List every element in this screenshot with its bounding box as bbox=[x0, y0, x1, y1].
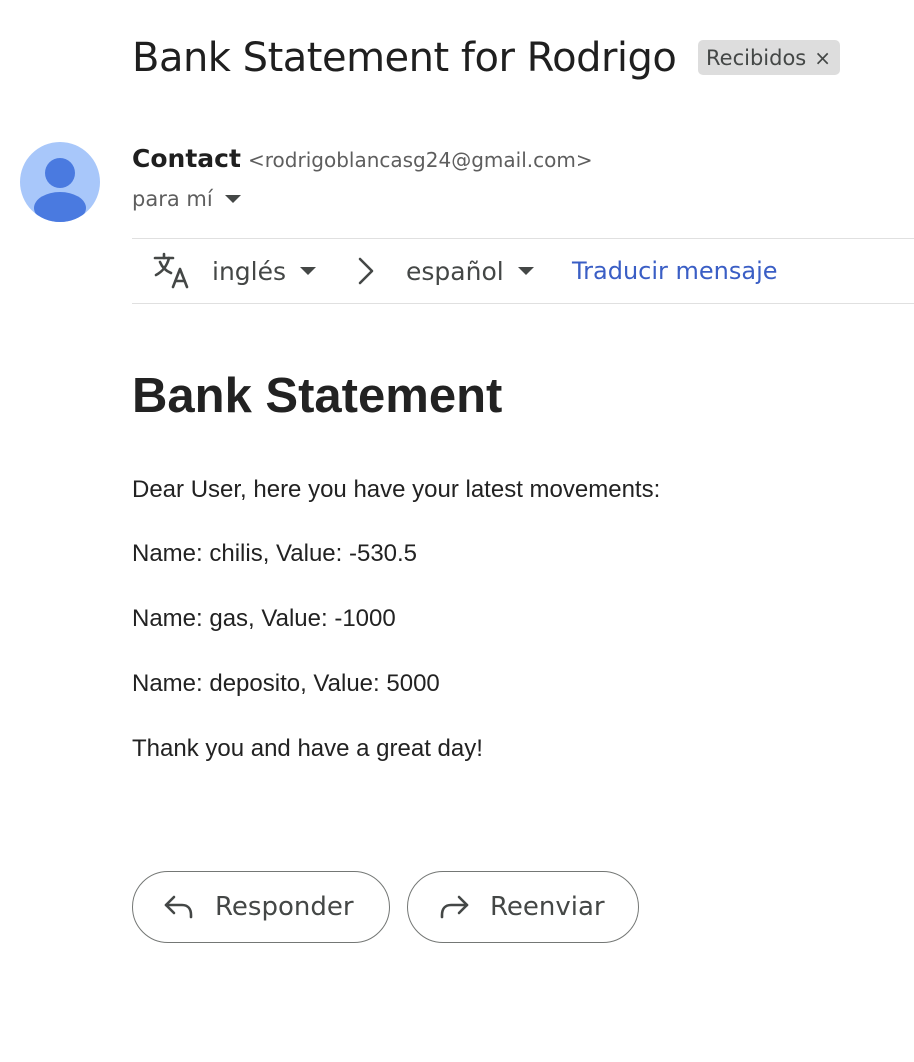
recipient-details[interactable]: para mí bbox=[132, 187, 241, 211]
label-remove-icon[interactable]: × bbox=[814, 46, 831, 70]
sender-avatar[interactable] bbox=[20, 142, 100, 222]
target-language-select[interactable]: español bbox=[406, 239, 534, 303]
label-chip-text: Recibidos bbox=[706, 45, 807, 70]
target-language-dropdown-icon bbox=[517, 267, 534, 275]
chevron-right-icon bbox=[358, 257, 374, 285]
source-language-select[interactable]: inglés bbox=[212, 239, 317, 303]
recipient-label: para mí bbox=[132, 187, 213, 211]
translate-icon bbox=[153, 252, 189, 289]
movement-line: Name: deposito, Value: 5000 bbox=[132, 670, 440, 697]
movement-line: Name: gas, Value: -1000 bbox=[132, 605, 396, 632]
message-closing: Thank you and have a great day! bbox=[132, 735, 483, 762]
target-language: español bbox=[406, 256, 504, 286]
translate-message-link[interactable]: Traducir mensaje bbox=[572, 239, 778, 303]
source-language-dropdown-icon bbox=[300, 267, 317, 275]
email-subject: Bank Statement for Rodrigo bbox=[132, 35, 677, 81]
inbox-label-chip[interactable]: Recibidos × bbox=[698, 40, 840, 75]
movement-line: Name: chilis, Value: -530.5 bbox=[132, 540, 418, 567]
sender-email: <rodrigoblancasg24@gmail.com> bbox=[248, 148, 593, 172]
translate-icon-wrap bbox=[152, 239, 192, 303]
translate-message-label[interactable]: Traducir mensaje bbox=[572, 257, 778, 285]
chevron-right-icon-wrap bbox=[354, 239, 378, 303]
sender-info: Contact <rodrigoblancasg24@gmail.com> bbox=[132, 144, 593, 173]
message-title: Bank Statement bbox=[132, 369, 503, 423]
message-greeting: Dear User, here you have your latest mov… bbox=[132, 476, 661, 503]
forward-icon bbox=[440, 895, 469, 919]
reply-label: Responder bbox=[215, 892, 354, 922]
sender-name[interactable]: Contact bbox=[132, 144, 241, 173]
reply-button[interactable]: Responder bbox=[132, 871, 390, 943]
source-language: inglés bbox=[212, 256, 287, 286]
translation-bar: inglés español Traducir mensaje bbox=[132, 238, 914, 304]
forward-button[interactable]: Reenviar bbox=[407, 871, 639, 943]
recipient-details-dropdown-icon[interactable] bbox=[224, 195, 241, 203]
reply-icon bbox=[164, 895, 193, 919]
person-avatar-icon bbox=[34, 158, 86, 222]
forward-label: Reenviar bbox=[490, 892, 605, 922]
